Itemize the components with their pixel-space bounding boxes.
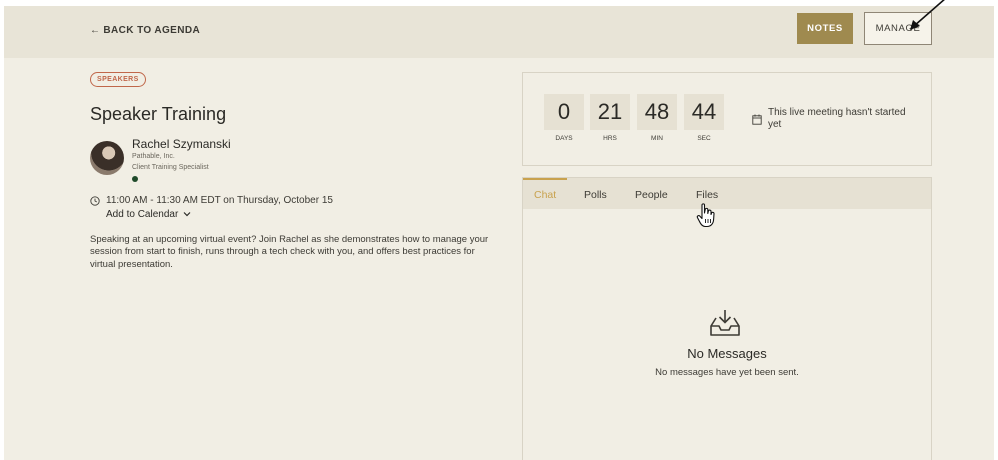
tab-polls[interactable]: Polls	[584, 189, 607, 201]
add-to-calendar-label: Add to Calendar	[106, 209, 179, 220]
inbox-tray-icon	[710, 310, 740, 336]
empty-state-subtitle: No messages have yet been sent.	[655, 367, 799, 378]
countdown-seconds-value: 44	[684, 94, 724, 130]
countdown-minutes-label: MIN	[651, 135, 663, 142]
live-meeting-status: This live meeting hasn't started yet	[768, 107, 906, 130]
countdown-days-value: 0	[544, 94, 584, 130]
countdown-minutes-value: 48	[637, 94, 677, 130]
countdown-hours-label: HRS	[603, 135, 617, 142]
countdown-hours-value: 21	[590, 94, 630, 130]
countdown-days-label: DAYS	[555, 135, 573, 142]
back-arrow-icon: ←	[90, 25, 101, 36]
hand-cursor-icon	[696, 203, 715, 228]
tab-chat[interactable]: Chat	[534, 189, 556, 201]
category-badge: SPEAKERS	[90, 72, 146, 87]
annotation-arrow-icon	[910, 0, 945, 30]
clock-icon	[90, 196, 100, 206]
add-to-calendar-link[interactable]: Add to Calendar	[106, 209, 191, 220]
chevron-down-icon	[183, 212, 191, 217]
speaker-role: Client Training Specialist	[132, 164, 209, 171]
speaker-avatar[interactable]	[90, 141, 124, 175]
session-title: Speaker Training	[90, 104, 227, 124]
tab-people[interactable]: People	[635, 189, 668, 201]
session-description: Speaking at an upcoming virtual event? J…	[90, 234, 489, 270]
online-status-dot	[132, 176, 138, 182]
notes-button[interactable]: NOTES	[797, 13, 853, 44]
tab-files[interactable]: Files	[696, 189, 718, 201]
back-label: BACK TO AGENDA	[103, 25, 201, 36]
speaker-name[interactable]: Rachel Szymanski	[132, 137, 231, 151]
active-tab-indicator	[523, 178, 567, 180]
countdown-seconds-label: SEC	[697, 135, 711, 142]
empty-state-title: No Messages	[687, 346, 767, 361]
session-time: 11:00 AM - 11:30 AM EDT on Thursday, Oct…	[106, 195, 333, 206]
speaker-company: Pathable, Inc.	[132, 153, 175, 160]
calendar-icon	[752, 114, 762, 125]
back-to-agenda-link[interactable]: ← BACK TO AGENDA	[90, 25, 200, 36]
